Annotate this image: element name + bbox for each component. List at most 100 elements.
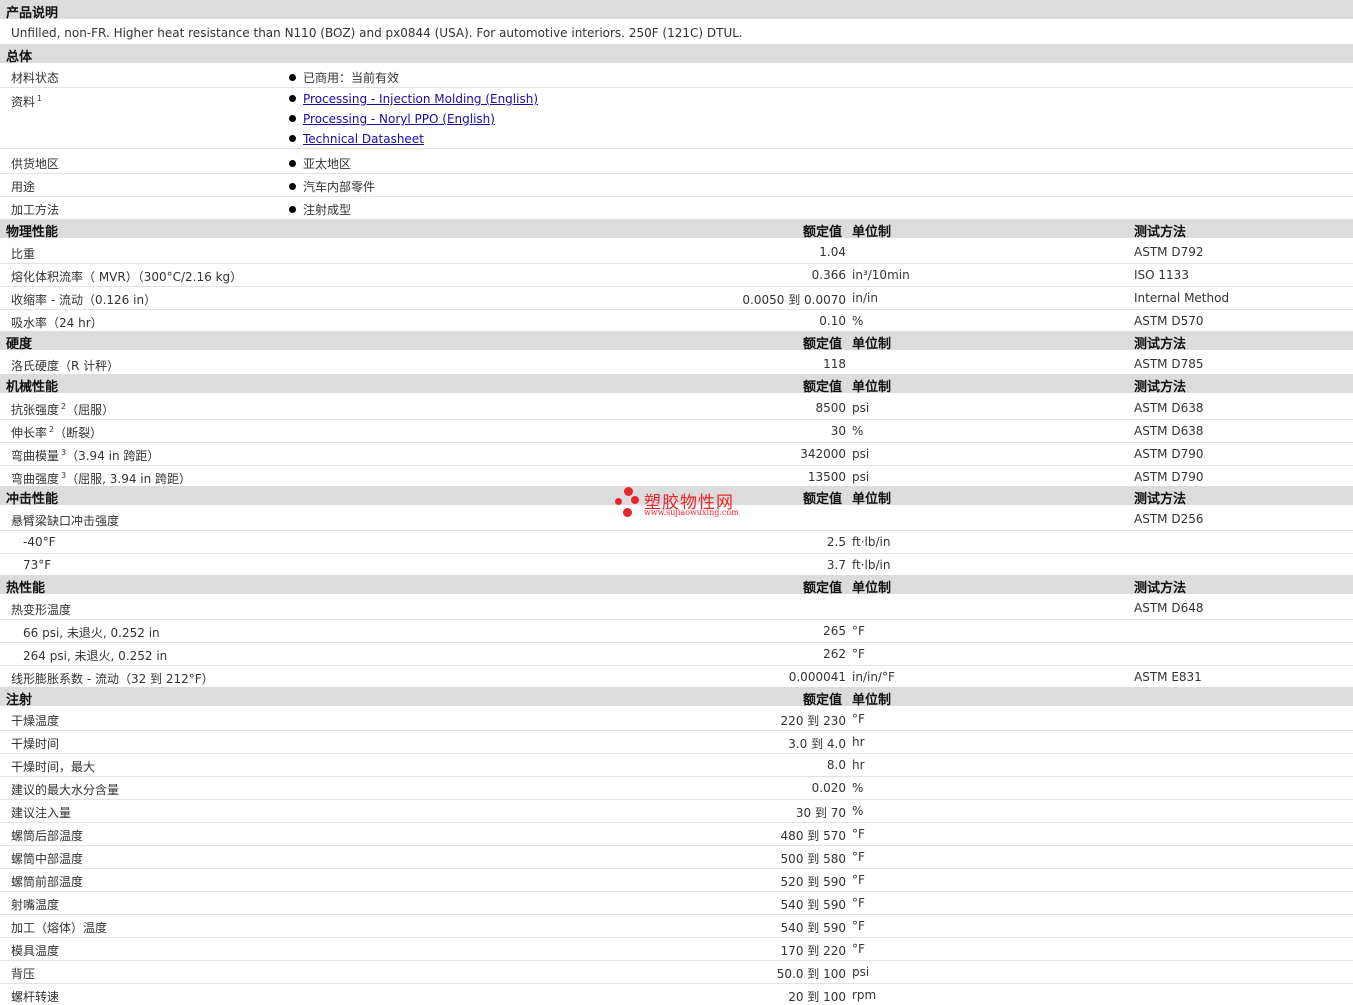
- doc-link-injection-molding[interactable]: Processing - Injection Molding (English): [303, 92, 538, 106]
- row-elongation: 伸长率 2（断裂） 30 % ASTM D638: [0, 419, 1353, 443]
- row-label: 加工（熔体）温度: [11, 921, 108, 935]
- row-unit: psi: [852, 470, 870, 484]
- row-unit: °F: [852, 896, 865, 910]
- row-front-temp: 螺筒前部温度 520 到 590 °F: [0, 868, 1353, 892]
- row-method: ASTM D570: [1134, 314, 1204, 328]
- row-label: 模具温度: [11, 944, 60, 958]
- row-label: 射嘴温度: [11, 898, 60, 912]
- row-value: 13500: [807, 470, 846, 484]
- row-label: 螺筒前部温度: [11, 875, 84, 889]
- header-unit: 单位制: [852, 693, 892, 708]
- row-method: ASTM D792: [1134, 245, 1204, 259]
- row-value: 3.7: [826, 558, 846, 572]
- document-links: Processing - Injection Molding (English)…: [289, 92, 538, 152]
- row-flexural-modulus: 弯曲模量 3（3.94 in 跨距） 342000 psi ASTM D790: [0, 442, 1353, 466]
- row-tensile-strength: 抗张强度 2（屈服） 8500 psi ASTM D638: [0, 396, 1353, 420]
- watermark-logo-dot: [631, 496, 639, 504]
- header-value: 额定值: [803, 225, 843, 240]
- row-value: 0.10: [819, 314, 846, 328]
- row-label: 线形膨胀系数 - 流动（32 到 212°F）: [11, 672, 214, 686]
- row-unit: ft·lb/in: [852, 535, 891, 549]
- doc-link-noryl-ppo[interactable]: Processing - Noryl PPO (English): [303, 112, 495, 126]
- row-method: ASTM D790: [1134, 447, 1204, 461]
- row-label: 干燥时间: [11, 737, 60, 751]
- header-unit: 单位制: [852, 225, 892, 240]
- header-unit: 单位制: [852, 337, 892, 352]
- section-title: 物理性能: [6, 225, 59, 240]
- row-label: 吸水率（24 hr）: [11, 316, 103, 330]
- row-label: 用途: [11, 180, 36, 194]
- row-value: 8500: [815, 401, 846, 415]
- row-method: ASTM D785: [1134, 357, 1204, 371]
- header-method: 测试方法: [1134, 380, 1187, 395]
- watermark-logo-dot: [623, 508, 632, 517]
- row-value: 20 到 100: [788, 990, 846, 1004]
- header-value: 额定值: [803, 693, 843, 708]
- header-unit: 单位制: [852, 492, 892, 507]
- section-title: 热性能: [6, 581, 46, 596]
- row-label: 螺杆转速: [11, 990, 60, 1004]
- row-label: 悬臂梁缺口冲击强度: [11, 514, 120, 528]
- row-clte: 线形膨胀系数 - 流动（32 到 212°F） 0.000041 in/in/°…: [0, 665, 1353, 689]
- row-drying-time-max: 干燥时间，最大 8.0 hr: [0, 753, 1353, 777]
- row-method: Internal Method: [1134, 291, 1230, 305]
- row-label: 干燥温度: [11, 714, 60, 728]
- row-unit: in/in: [852, 291, 878, 305]
- row-unit: in³/10min: [852, 268, 910, 282]
- row-back-pressure: 背压 50.0 到 100 psi: [0, 960, 1353, 984]
- section-title: 硬度: [6, 337, 33, 352]
- row-unit: °F: [852, 942, 865, 956]
- row-drying-temp: 干燥温度 220 到 230 °F: [0, 707, 1353, 731]
- row-method: ASTM E831: [1134, 670, 1202, 684]
- row-unit: rpm: [852, 988, 877, 1002]
- row-method: ISO 1133: [1134, 268, 1189, 282]
- header-method: 测试方法: [1134, 492, 1187, 507]
- row-value: 8.0: [826, 758, 846, 772]
- row-value: 170 到 220: [780, 944, 846, 958]
- row-value: 262: [823, 647, 846, 661]
- row-value: 0.0050 到 0.0070: [742, 293, 846, 307]
- row-shot-size: 建议注入量 30 到 70 %: [0, 799, 1353, 823]
- row-label: 弯曲模量 3（3.94 in 跨距）: [11, 448, 160, 463]
- row-value: 220 到 230: [780, 714, 846, 728]
- header-value: 额定值: [803, 492, 843, 507]
- row-unit: °F: [852, 827, 865, 841]
- row-value: 540 到 590: [780, 898, 846, 912]
- row-max-moisture: 建议的最大水分含量 0.020 %: [0, 776, 1353, 800]
- row-label: 螺筒后部温度: [11, 829, 84, 843]
- row-hdt-264psi: 264 psi, 未退火, 0.252 in 262 °F: [0, 642, 1353, 666]
- row-melt-temp: 加工（熔体）温度 540 到 590 °F: [0, 914, 1353, 938]
- row-label: 比重: [11, 247, 36, 261]
- row-documents: 资料 1: [0, 88, 1353, 149]
- row-use: 用途 汽车内部零件: [0, 173, 1353, 197]
- row-unit: in/in/°F: [852, 670, 895, 684]
- watermark-logo-dot: [615, 498, 622, 505]
- row-hdt: 热变形温度 ASTM D648: [0, 596, 1353, 620]
- row-label: 收缩率 - 流动（0.126 in）: [11, 293, 157, 307]
- section-title: 产品说明: [6, 6, 59, 21]
- row-value: 265: [823, 624, 846, 638]
- row-unit: hr: [852, 735, 865, 749]
- row-method: ASTM D790: [1134, 470, 1204, 484]
- row-method: ASTM D638: [1134, 424, 1204, 438]
- row-label: 洛氏硬度（R 计秤）: [11, 359, 120, 373]
- row-value: 注射成型: [289, 201, 351, 218]
- row-screw-speed: 螺杆转速 20 到 100 rpm: [0, 983, 1353, 1004]
- row-rear-temp: 螺筒后部温度 480 到 570 °F: [0, 822, 1353, 846]
- header-method: 测试方法: [1134, 337, 1187, 352]
- header-value: 额定值: [803, 380, 843, 395]
- row-method: ASTM D638: [1134, 401, 1204, 415]
- row-value: 0.000041: [788, 670, 846, 684]
- section-header-hardness: 硬度 额定值 单位制 测试方法: [0, 331, 1353, 352]
- doc-link-technical-datasheet[interactable]: Technical Datasheet: [303, 132, 424, 146]
- section-header-thermal: 热性能 额定值 单位制 测试方法: [0, 575, 1353, 596]
- header-value: 额定值: [803, 581, 843, 596]
- bullet-icon: [289, 115, 296, 122]
- row-value: 50.0 到 100: [776, 967, 846, 981]
- row-unit: hr: [852, 758, 865, 772]
- row-value: 已商用：当前有效: [289, 69, 399, 86]
- row-value: 2.5: [826, 535, 846, 549]
- watermark-logo-dot: [624, 487, 633, 496]
- row-method: ASTM D648: [1134, 601, 1204, 615]
- row-label: 背压: [11, 967, 36, 981]
